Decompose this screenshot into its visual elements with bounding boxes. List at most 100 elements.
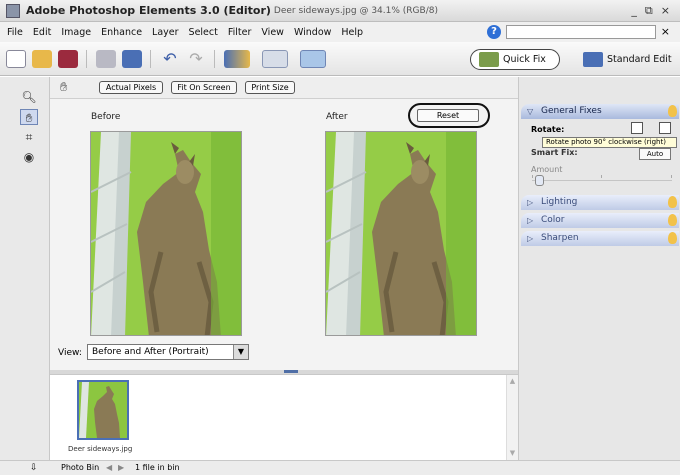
online-services-icon[interactable] [122,50,142,68]
toolbar-separator [214,50,215,68]
general-fixes-header[interactable]: ▽ General Fixes [521,104,679,119]
toolbar-separator [86,50,87,68]
help-search-input[interactable] [506,25,656,39]
standard-edit-button[interactable]: Standard Edit [579,49,677,70]
workspace: Before After Reset View: Before and Afte… [50,99,518,370]
after-label: After [326,112,348,122]
crop-tool-icon[interactable]: ⌗ [20,129,38,145]
lightbulb-icon[interactable] [668,214,677,226]
quick-fix-button[interactable]: Quick Fix [470,49,560,70]
triangle-right-icon: ▷ [527,198,534,207]
status-bar: ⇩ Photo Bin ◀ ▶ 1 file in bin [0,460,680,475]
slider-tick [601,175,602,178]
color-header[interactable]: ▷ Color [521,213,679,228]
photo-bin: Deer sideways.jpg ▲ ▼ [50,374,518,461]
menu-filter[interactable]: Filter [223,27,257,38]
before-label: Before [91,112,121,122]
view-label: View: [58,348,82,358]
print-size-button[interactable]: Print Size [245,81,295,94]
help-icon[interactable]: ? [487,25,501,39]
chevron-down-icon[interactable]: ▼ [233,345,248,359]
slider-tick [671,175,672,178]
restore-button[interactable]: ⧉ [645,4,653,18]
palette-bin: ▽ General Fixes Rotate: Smart Fix: Rotat… [518,77,680,460]
lighting-header[interactable]: ▷ Lighting [521,195,679,210]
lightbulb-icon[interactable] [668,232,677,244]
app-title: Adobe Photoshop Elements 3.0 (Editor) [26,4,271,17]
standard-edit-icon [583,52,603,67]
app-icon [6,3,20,18]
quick-fix-icon [479,52,499,67]
shortcuts-toolbar: ↶ ↷ Quick Fix Standard Edit [0,42,680,76]
before-photo[interactable] [90,131,242,336]
document-close-button[interactable]: × [661,25,670,38]
view-select-value: Before and After (Portrait) [92,347,209,357]
undo-icon[interactable]: ↶ [160,50,180,68]
smart-fix-label: Smart Fix: [531,148,578,157]
minimize-button[interactable]: _ [631,4,637,18]
menu-view[interactable]: View [256,27,289,38]
menu-layer[interactable]: Layer [147,27,184,38]
options-bar: ✋︎ Actual Pixels Fit On Screen Print Siz… [50,77,518,99]
slider-tick [532,175,533,178]
sharpen-label: Sharpen [541,233,579,243]
photo-thumbnail[interactable] [77,380,129,440]
amount-label: Amount [531,165,563,174]
lighting-label: Lighting [541,197,578,207]
redo-icon[interactable]: ↷ [186,50,206,68]
hand-tool-icon[interactable]: ✋︎ [20,109,38,125]
triangle-right-icon: ▷ [527,234,534,243]
fit-on-screen-button[interactable]: Fit On Screen [171,81,237,94]
menu-window[interactable]: Window [289,27,336,38]
color-label: Color [541,215,565,225]
after-photo[interactable] [325,131,477,336]
quick-fix-label: Quick Fix [503,54,546,65]
standard-edit-label: Standard Edit [607,54,672,65]
menu-file[interactable]: File [2,27,28,38]
scroll-down-icon[interactable]: ▼ [508,449,517,457]
photo-browser-icon[interactable] [224,50,250,68]
bin-scrollbar[interactable]: ▲ ▼ [506,375,518,461]
lightbulb-icon[interactable] [668,196,677,208]
thumbnail-caption: Deer sideways.jpg [68,445,133,453]
previous-photo-icon[interactable]: ◀ [106,461,112,475]
rotate-tooltip: Rotate photo 90° clockwise (right) [542,137,677,148]
title-bar: Adobe Photoshop Elements 3.0 (Editor) De… [0,0,680,22]
photo-bin-label[interactable]: Photo Bin [61,461,99,475]
zoom-tool-icon[interactable]: 🔍︎ [20,89,38,105]
general-fixes-label: General Fixes [541,106,602,116]
triangle-right-icon: ▷ [527,216,534,225]
print-icon[interactable] [96,50,116,68]
date-view-icon[interactable] [262,50,288,68]
splitter-grip[interactable] [284,370,298,373]
amount-slider-thumb[interactable] [535,175,544,186]
menu-edit[interactable]: Edit [28,27,56,38]
toolbar-separator [150,50,151,68]
rotate-left-icon[interactable] [631,122,643,134]
auto-button[interactable]: Auto [639,148,671,160]
bin-toggle-icon[interactable]: ⇩ [30,461,38,475]
menu-enhance[interactable]: Enhance [96,27,147,38]
open-folder-icon[interactable] [32,50,52,68]
create-icon[interactable] [300,50,326,68]
actual-pixels-button[interactable]: Actual Pixels [99,81,163,94]
reset-button[interactable]: Reset [417,109,479,122]
document-title: Deer sideways.jpg @ 34.1% (RGB/8) [273,5,438,16]
next-photo-icon[interactable]: ▶ [118,461,124,475]
menu-image[interactable]: Image [56,27,96,38]
hand-tool-option-icon: ✋︎ [60,80,68,95]
sharpen-header[interactable]: ▷ Sharpen [521,231,679,246]
menu-select[interactable]: Select [184,27,223,38]
rotate-right-icon[interactable] [659,122,671,134]
lightbulb-icon[interactable] [668,105,677,117]
view-select[interactable]: Before and After (Portrait) ▼ [87,344,249,360]
save-icon[interactable] [58,50,78,68]
new-file-icon[interactable] [6,50,26,68]
menu-help[interactable]: Help [336,27,368,38]
menu-bar: File Edit Image Enhance Layer Select Fil… [0,22,680,42]
amount-slider-track[interactable] [532,180,672,181]
red-eye-tool-icon[interactable]: ◉ [20,149,38,165]
file-count-label: 1 file in bin [135,463,180,472]
scroll-up-icon[interactable]: ▲ [508,377,517,385]
close-button[interactable]: × [661,4,670,18]
